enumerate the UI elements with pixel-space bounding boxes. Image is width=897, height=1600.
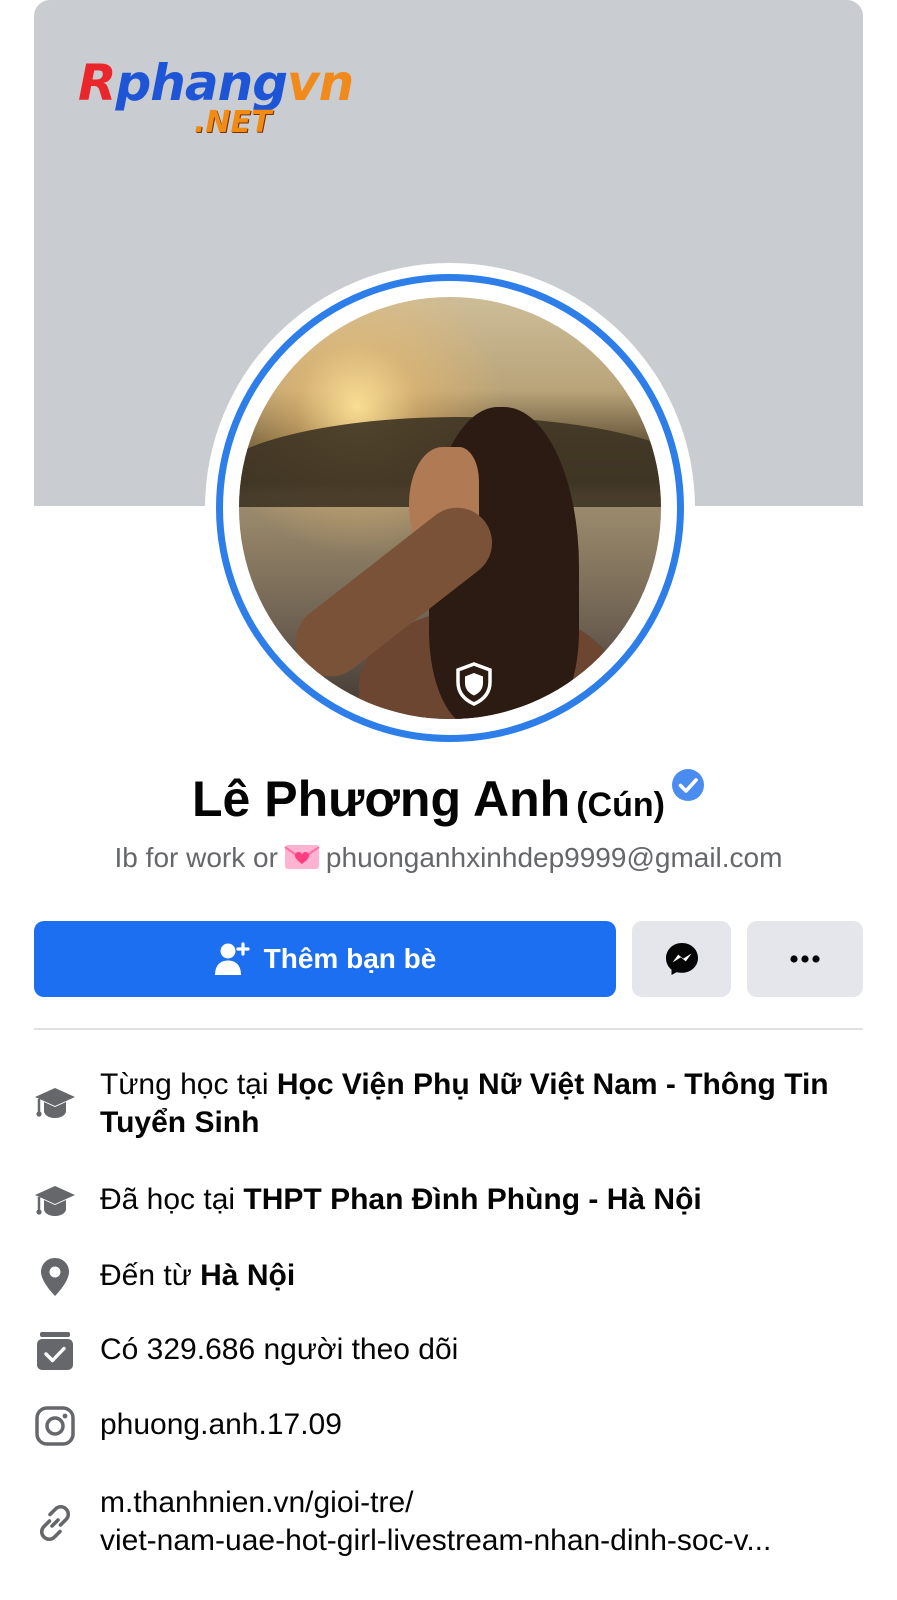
location-pin-icon xyxy=(41,1258,69,1296)
study1-prefix: Từng học tại xyxy=(100,1068,269,1101)
followers-text: Có 329.686 người theo dõi xyxy=(100,1333,459,1366)
story-ring xyxy=(216,274,684,742)
watermark-segment: phang xyxy=(115,54,289,112)
messenger-icon xyxy=(665,943,698,975)
more-dots-icon xyxy=(790,955,820,963)
add-friend-button[interactable]: Thêm bạn bè xyxy=(34,921,616,997)
profile-name: Lê Phương Anh xyxy=(192,771,571,827)
detail-instagram[interactable]: phuong.anh.17.09 xyxy=(34,1405,863,1447)
profile-bio: Ib for work or phuonganhxinhdep9999@gmai… xyxy=(0,842,897,874)
link-line-2: viet-nam-uae-hot-girl-livestream-nhan-di… xyxy=(100,1524,772,1557)
link-icon xyxy=(39,1504,71,1542)
detail-study-1[interactable]: Từng học tại Học Viện Phụ Nữ Việt Nam - … xyxy=(34,1066,863,1146)
detail-study-2-text: Đã học tại THPT Phan Đình Phùng - Hà Nội xyxy=(100,1181,863,1219)
link-text[interactable]: m.thanhnien.vn/gioi-tre/ viet-nam-uae-ho… xyxy=(100,1484,863,1560)
detail-study-2[interactable]: Đã học tại THPT Phan Đình Phùng - Hà Nội xyxy=(34,1180,863,1222)
profile-avatar[interactable] xyxy=(205,263,695,753)
section-divider xyxy=(34,1028,863,1030)
study2-place[interactable]: THPT Phan Đình Phùng - Hà Nội xyxy=(243,1183,701,1216)
add-friend-label: Thêm bạn bè xyxy=(263,943,437,974)
watermark-segment: R xyxy=(78,54,117,112)
message-button[interactable] xyxy=(632,921,731,997)
bio-prefix: Ib for work or xyxy=(114,842,278,873)
detail-hometown[interactable]: Đến từ Hà Nội xyxy=(34,1256,863,1298)
watermark-segment: vn xyxy=(287,54,354,112)
profile-actions: Thêm bạn bè xyxy=(34,921,863,997)
followers-icon xyxy=(37,1332,73,1370)
from-prefix: Đến từ xyxy=(100,1259,192,1292)
avatar-photo xyxy=(239,297,661,719)
detail-followers[interactable]: Có 329.686 người theo dõi xyxy=(34,1330,863,1372)
verified-badge-icon xyxy=(671,769,704,801)
user-plus-icon xyxy=(214,942,250,975)
more-options-button[interactable] xyxy=(747,921,863,997)
instagram-icon xyxy=(35,1406,75,1446)
shield-icon xyxy=(456,662,492,706)
profile-nickname: (Cún) xyxy=(576,786,665,824)
heart-letter-icon xyxy=(284,845,320,869)
instagram-handle[interactable]: phuong.anh.17.09 xyxy=(100,1406,863,1444)
detail-link[interactable]: m.thanhnien.vn/gioi-tre/ viet-nam-uae-ho… xyxy=(34,1484,863,1564)
link-line-1: m.thanhnien.vn/gioi-tre/ xyxy=(100,1486,414,1519)
watermark-logo: Rphangvn .NET xyxy=(78,52,368,144)
graduation-cap-icon xyxy=(35,1186,75,1216)
from-place[interactable]: Hà Nội xyxy=(200,1259,295,1292)
watermark-sub: .NET xyxy=(194,105,272,140)
detail-study-1-text: Từng học tại Học Viện Phụ Nữ Việt Nam - … xyxy=(100,1066,863,1142)
profile-name-row: Lê Phương Anh (Cún) xyxy=(0,768,897,828)
study2-prefix: Đã học tại xyxy=(100,1183,236,1216)
detail-hometown-text: Đến từ Hà Nội xyxy=(100,1257,863,1295)
graduation-cap-icon xyxy=(35,1088,75,1118)
bio-email[interactable]: phuonganhxinhdep9999@gmail.com xyxy=(326,842,783,873)
